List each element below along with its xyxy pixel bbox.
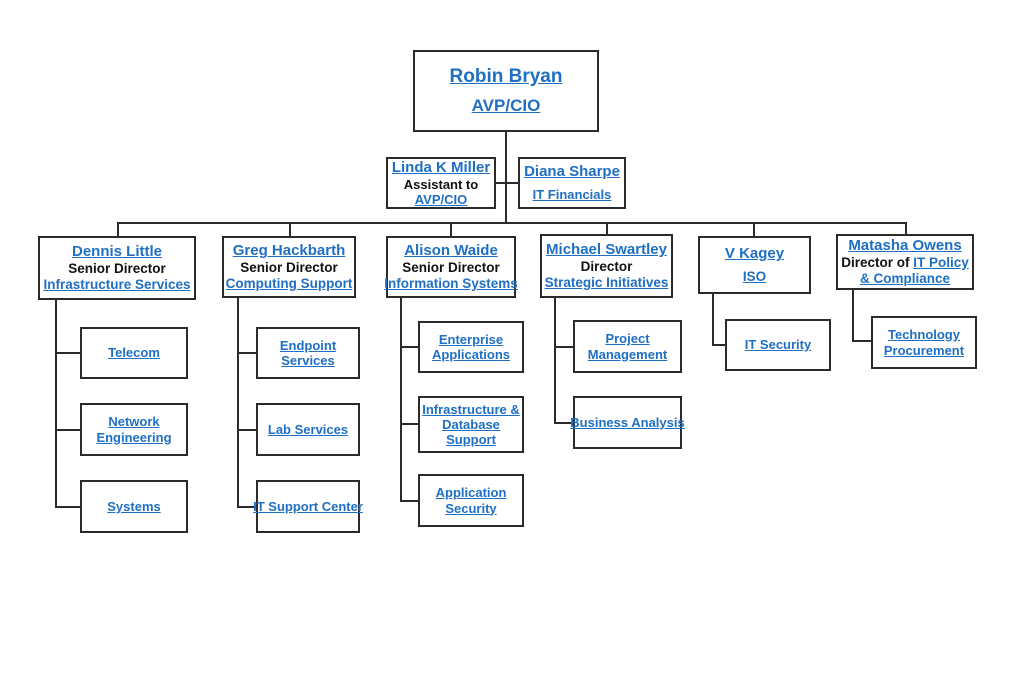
connector-drop-vkagey — [753, 222, 755, 236]
connector-stub-systems — [55, 506, 81, 508]
node-network-engineering[interactable]: Network Engineering — [80, 403, 188, 456]
node-title[interactable]: AVP/CIO — [472, 96, 541, 116]
node-unit[interactable]: Infrastructure Services — [43, 277, 190, 293]
node-lab-services[interactable]: Lab Services — [256, 403, 360, 456]
node-label[interactable]: Technology Procurement — [875, 327, 973, 358]
node-systems[interactable]: Systems — [80, 480, 188, 533]
node-label[interactable]: Systems — [107, 499, 160, 514]
connector-drop-greg — [289, 222, 291, 236]
node-label[interactable]: Infrastructure & Database Support — [422, 402, 520, 448]
node-role: Assistant to — [403, 176, 479, 192]
node-label[interactable]: IT Security — [745, 337, 811, 352]
node-label[interactable]: IT Support Center — [253, 499, 363, 514]
node-project-management[interactable]: Project Management — [573, 320, 682, 373]
connector-staff-right — [505, 182, 518, 184]
node-role: Senior Director — [402, 259, 500, 275]
node-it-support-center[interactable]: IT Support Center — [253, 480, 363, 533]
node-name[interactable]: V Kagey — [725, 245, 784, 263]
node-role-prefix: Director of — [841, 254, 914, 270]
node-infrastructure-database-support[interactable]: Infrastructure & Database Support — [418, 396, 524, 453]
node-role: Senior Director — [240, 259, 338, 275]
node-name[interactable]: Michael Swartley — [546, 241, 667, 259]
connector-drop-michael — [606, 222, 608, 234]
node-v-kagey[interactable]: V Kagey ISO — [698, 236, 811, 294]
connector-drop-matasha — [905, 222, 907, 234]
node-dennis-little[interactable]: Dennis Little Senior Director Infrastruc… — [38, 236, 196, 300]
node-business-analysis[interactable]: Business Analysis — [570, 396, 685, 449]
connector-spine-matasha — [852, 290, 854, 342]
node-unit[interactable]: Strategic Initiatives — [545, 275, 669, 291]
connector-spine-alison — [400, 298, 402, 501]
connector-stub-telecom — [55, 352, 81, 354]
connector-stub-network-engineering — [55, 429, 81, 431]
node-name[interactable]: Linda K Miller — [392, 159, 490, 177]
org-chart-canvas: Robin Bryan AVP/CIO Linda K Miller Assis… — [0, 0, 1024, 680]
node-role: Senior Director — [68, 260, 166, 276]
connector-spine-dennis — [55, 300, 57, 508]
connector-stub-lab-services — [237, 429, 257, 431]
node-name[interactable]: Matasha Owens — [848, 237, 961, 255]
node-name[interactable]: Greg Hackbarth — [233, 242, 346, 260]
node-label[interactable]: Project Management — [577, 331, 678, 362]
node-robin-bryan[interactable]: Robin Bryan AVP/CIO — [413, 50, 599, 132]
node-role: Director — [580, 258, 633, 274]
connector-drop-dennis — [117, 222, 119, 236]
node-label[interactable]: Network Engineering — [84, 414, 184, 445]
node-enterprise-applications[interactable]: Enterprise Applications — [418, 321, 524, 373]
node-michael-swartley[interactable]: Michael Swartley Director Strategic Init… — [540, 234, 673, 298]
connector-root-vertical — [505, 132, 507, 223]
connector-stub-project-management — [554, 346, 574, 348]
connector-stub-it-security — [712, 344, 726, 346]
node-diana-sharpe[interactable]: Diana Sharpe IT Financials — [518, 157, 626, 209]
connector-stub-enterprise-applications — [400, 346, 419, 348]
node-telecom[interactable]: Telecom — [80, 327, 188, 379]
node-name[interactable]: Dennis Little — [72, 243, 162, 261]
node-label[interactable]: Application Security — [422, 485, 520, 516]
node-matasha-owens[interactable]: Matasha Owens Director of IT Policy & Co… — [836, 234, 974, 290]
node-linda-k-miller[interactable]: Linda K Miller Assistant to AVP/CIO — [386, 157, 496, 209]
connector-stub-endpoint-services — [237, 352, 257, 354]
connector-spine-greg — [237, 298, 239, 506]
node-endpoint-services[interactable]: Endpoint Services — [256, 327, 360, 379]
node-technology-procurement[interactable]: Technology Procurement — [871, 316, 977, 369]
node-it-security[interactable]: IT Security — [725, 319, 831, 371]
node-alison-waide[interactable]: Alison Waide Senior Director Information… — [384, 236, 518, 298]
node-label[interactable]: Business Analysis — [570, 415, 684, 430]
node-name[interactable]: Alison Waide — [404, 242, 498, 260]
node-label[interactable]: Endpoint Services — [260, 338, 356, 369]
connector-stub-application-security — [400, 500, 419, 502]
node-application-security[interactable]: Application Security — [418, 474, 524, 527]
node-unit[interactable]: IT Financials — [533, 187, 612, 202]
connector-spine-michael — [554, 298, 556, 423]
connector-director-bus — [117, 222, 906, 224]
connector-drop-alison — [450, 222, 452, 236]
node-name[interactable]: Diana Sharpe — [524, 163, 620, 181]
connector-spine-vkagey — [712, 294, 714, 346]
node-unit[interactable]: Information Systems — [384, 276, 518, 292]
node-label[interactable]: Lab Services — [268, 422, 348, 437]
node-label[interactable]: Enterprise Applications — [422, 332, 520, 363]
node-unit[interactable]: ISO — [743, 269, 766, 285]
node-greg-hackbarth[interactable]: Greg Hackbarth Senior Director Computing… — [222, 236, 356, 298]
connector-stub-infrastructure-database-support — [400, 423, 419, 425]
node-label[interactable]: Telecom — [108, 345, 160, 360]
node-name[interactable]: Robin Bryan — [450, 66, 563, 88]
node-role-line: Director of IT Policy & Compliance — [840, 255, 970, 287]
connector-stub-technology-procurement — [852, 340, 872, 342]
node-unit[interactable]: AVP/CIO — [415, 192, 468, 207]
node-unit[interactable]: Computing Support — [226, 276, 353, 292]
